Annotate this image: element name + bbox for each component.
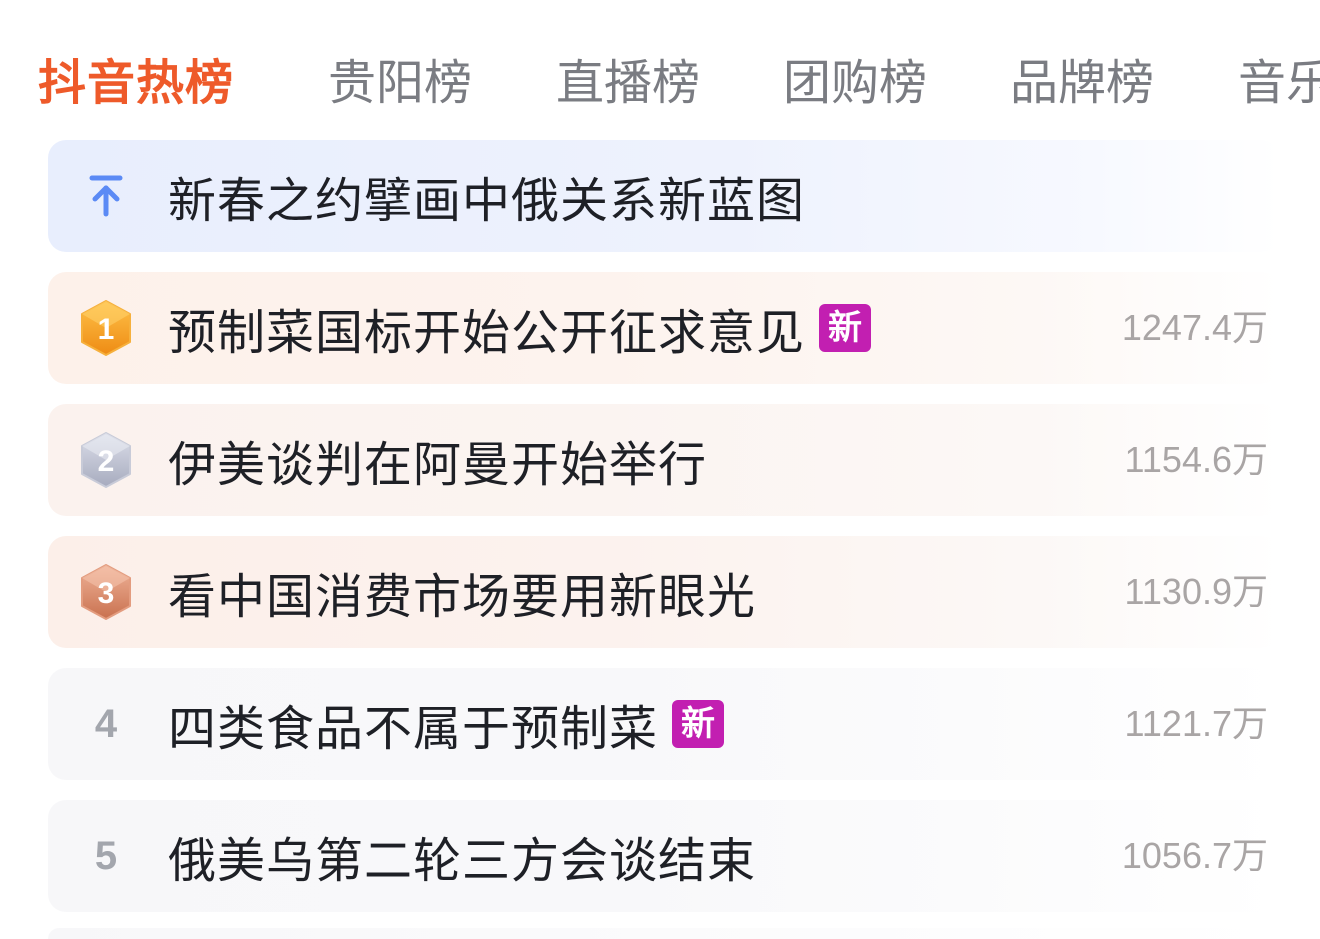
pinned-title: 新春之约擘画中俄关系新蓝图 [168, 173, 806, 229]
hot-item-title: 预制菜国标开始公开征求意见 [168, 305, 806, 361]
hot-item-title: 俄美乌第二轮三方会谈结束 [168, 833, 757, 889]
hot-item-row-1[interactable]: 1 预制菜国标开始公开征求意见 新 1247.4万 [48, 272, 1280, 384]
pin-top-arrow-icon [78, 168, 134, 224]
bronze-hexagon-icon: 3 [78, 564, 134, 620]
pinned-topic-row[interactable]: 新春之约擘画中俄关系新蓝图 [48, 140, 1280, 252]
hot-item-title-wrap: 俄美乌第二轮三方会谈结束 [168, 800, 756, 912]
hot-item-row-5[interactable]: 5 俄美乌第二轮三方会谈结束 1056.7万 [48, 800, 1280, 912]
new-badge: 新 [819, 304, 872, 352]
tab-live[interactable]: 直播榜 [556, 48, 700, 118]
tab-music[interactable]: 音乐 [1238, 48, 1320, 118]
hot-item-title-wrap: 伊美谈判在阿曼开始举行 [168, 404, 707, 516]
rank-number: 3 [98, 577, 115, 610]
heat-value: 1247.4万 [1121, 307, 1268, 348]
silver-hexagon-icon: 2 [78, 432, 134, 488]
heat-value: 1130.9万 [1124, 571, 1268, 612]
hot-item-row-2[interactable]: 2 伊美谈判在阿曼开始举行 1154.6万 [48, 404, 1280, 516]
hot-item-row-4[interactable]: 4 四类食品不属于预制菜 新 1121.7万 [48, 668, 1280, 780]
heat-value: 1154.6万 [1124, 439, 1268, 480]
hot-item-title: 四类食品不属于预制菜 [168, 701, 659, 757]
rank-number: 1 [98, 313, 115, 346]
rank-label: 4 [78, 696, 134, 752]
hot-item-title-wrap: 四类食品不属于预制菜 新 [168, 668, 725, 780]
hot-item-row-3[interactable]: 3 看中国消费市场要用新眼光 1130.9万 [48, 536, 1280, 648]
hot-list-page: 抖音热榜 贵阳榜 直播榜 团购榜 品牌榜 音乐 新春之约擘画中俄关系新蓝图 1 … [0, 0, 1320, 939]
heat-value: 1056.7万 [1121, 835, 1268, 876]
hot-item-title: 看中国消费市场要用新眼光 [168, 569, 757, 625]
hot-item-title: 伊美谈判在阿曼开始举行 [168, 437, 708, 493]
gold-hexagon-icon: 1 [78, 300, 134, 356]
tab-guiyang[interactable]: 贵阳榜 [328, 48, 472, 118]
rank-number: 4 [94, 701, 118, 746]
hot-item-title-wrap: 看中国消费市场要用新眼光 [168, 536, 756, 648]
pinned-title-wrap: 新春之约擘画中俄关系新蓝图 [168, 140, 805, 252]
heat-value: 1121.7万 [1124, 703, 1268, 744]
rank-number: 2 [98, 445, 115, 478]
rank-number: 5 [94, 833, 118, 878]
rank-label: 5 [78, 828, 134, 884]
new-badge: 新 [672, 700, 725, 748]
hot-item-title-wrap: 预制菜国标开始公开征求意见 新 [168, 272, 872, 384]
tab-douyin-hot[interactable]: 抖音热榜 [38, 48, 234, 118]
tab-group-buy[interactable]: 团购榜 [783, 48, 927, 118]
tab-brand[interactable]: 品牌榜 [1010, 48, 1154, 118]
next-row-edge [48, 928, 1280, 939]
